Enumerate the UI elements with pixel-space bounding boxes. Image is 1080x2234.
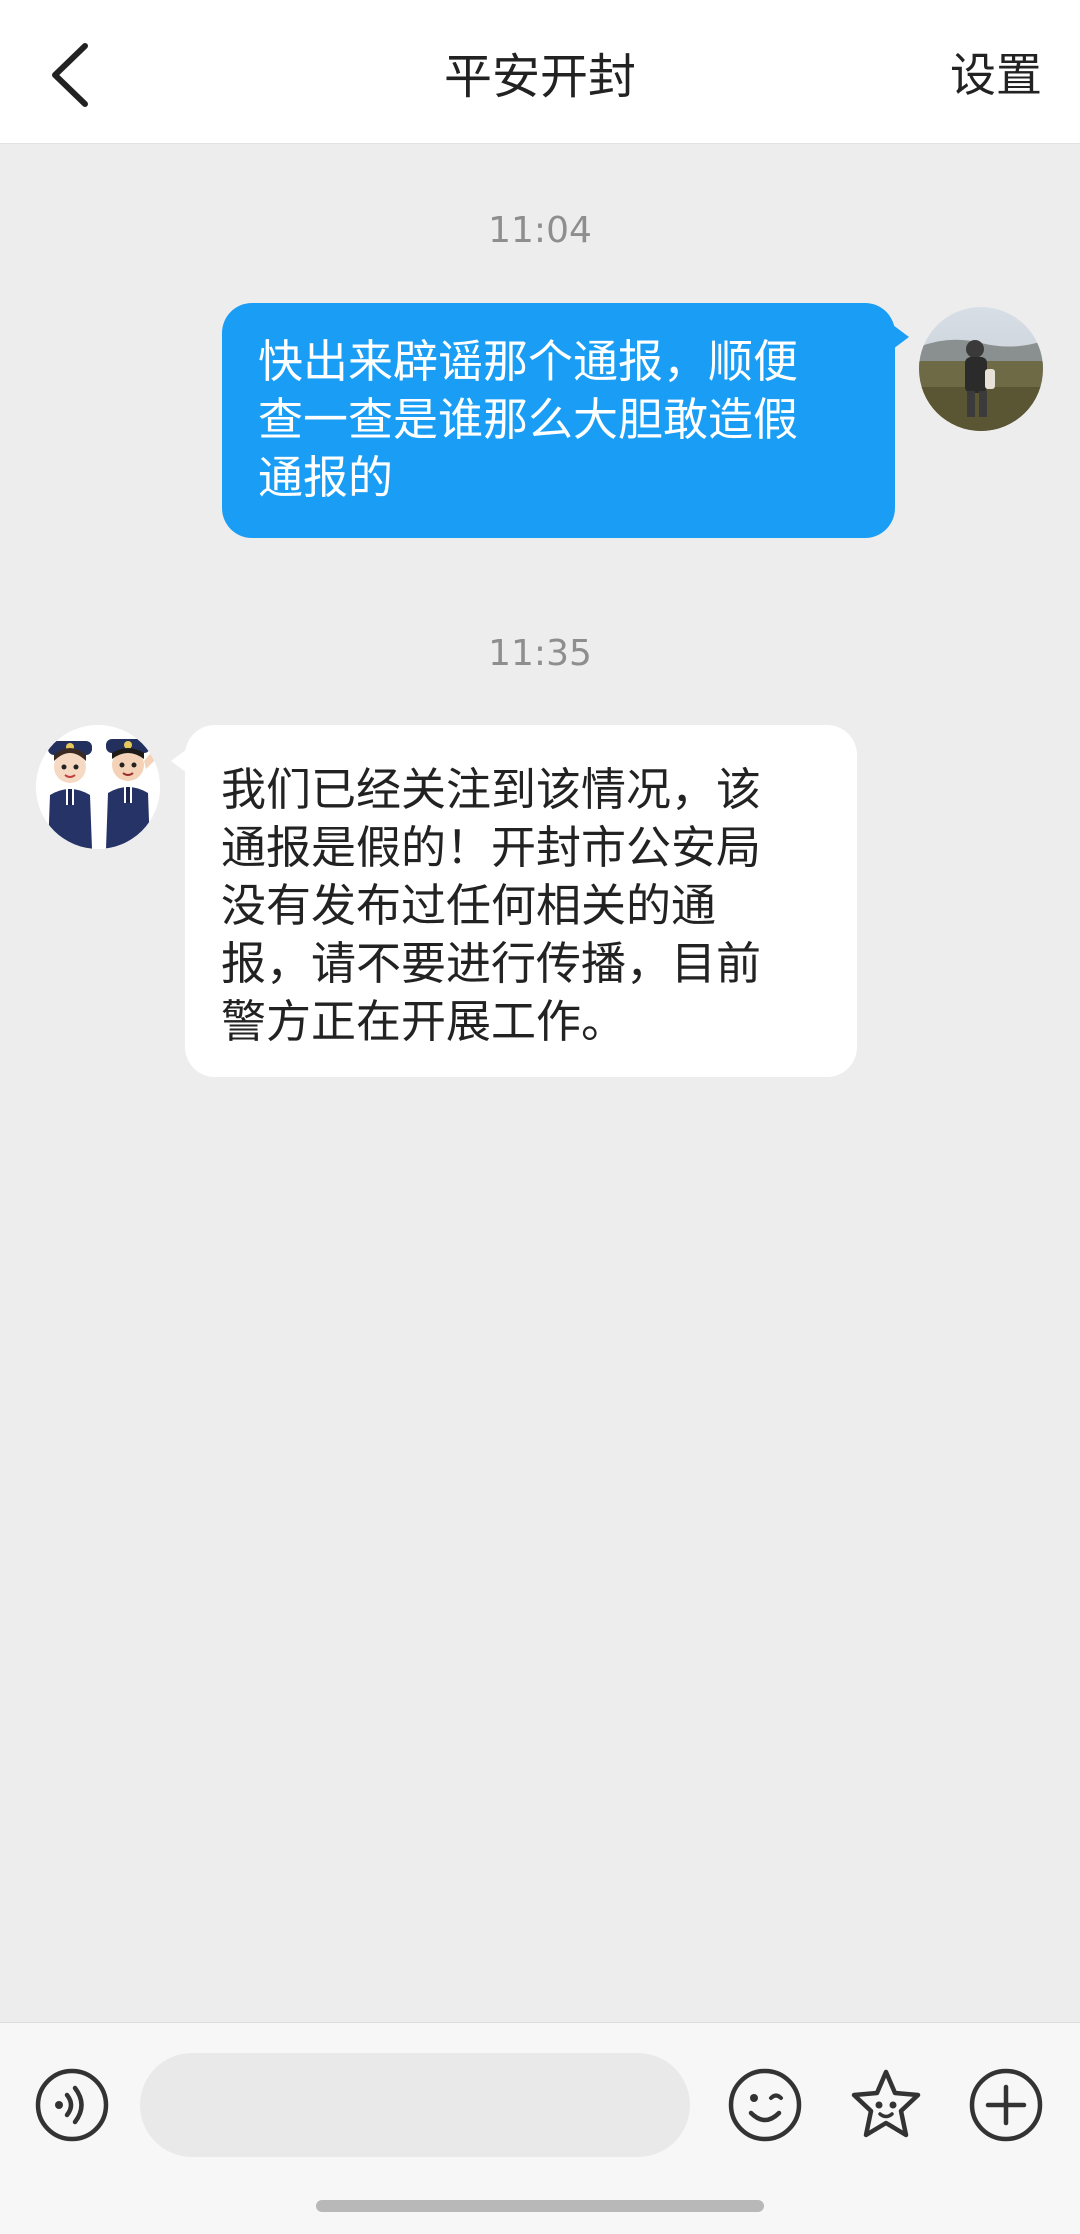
message-text: 我们已经关注到该情况，该 通报是假的！开封市公安局 没有发布过任何相关的通 报，…: [221, 763, 762, 1048]
user-avatar[interactable]: [919, 307, 1043, 431]
bubble-tail: [893, 325, 909, 349]
bubble-tail: [171, 749, 187, 773]
voice-button[interactable]: [32, 2065, 112, 2145]
plus-circle-icon: [969, 2068, 1043, 2142]
message-input[interactable]: [140, 2053, 690, 2157]
settings-button[interactable]: 设置: [950, 0, 1042, 144]
message-timestamp: 11:04: [488, 210, 592, 251]
police-cartoon-icon: [36, 725, 160, 849]
outgoing-message-bubble[interactable]: 快出来辟谣那个通报，顺便 查一查是谁那么大胆敢造假 通报的: [222, 303, 909, 538]
chat-title: 平安开封: [443, 49, 636, 105]
police-account-avatar[interactable]: [36, 725, 160, 849]
emoji-button[interactable]: [725, 2065, 805, 2145]
sticker-button[interactable]: [846, 2065, 926, 2145]
message-timestamp: 11:35: [488, 633, 592, 674]
top-nav-bar: 平安开封 设置: [0, 0, 1080, 144]
home-indicator[interactable]: [316, 2200, 764, 2212]
smiley-icon: [728, 2068, 802, 2142]
more-button[interactable]: [966, 2065, 1046, 2145]
landscape-photo-avatar: [919, 307, 1043, 431]
incoming-message-bubble[interactable]: 我们已经关注到该情况，该 通报是假的！开封市公安局 没有发布过任何相关的通 报，…: [171, 725, 857, 1077]
message-text: 快出来辟谣那个通报，顺便 查一查是谁那么大胆敢造假 通报的: [258, 335, 799, 504]
message-input-bar: [0, 2022, 1080, 2234]
voice-icon: [35, 2068, 109, 2142]
star-sticker-icon: [851, 2069, 921, 2138]
